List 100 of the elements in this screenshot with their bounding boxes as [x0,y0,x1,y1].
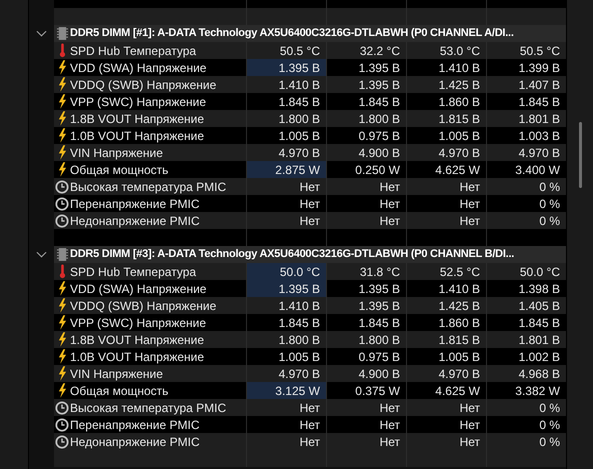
device-header[interactable]: DDR5 DIMM [#3]: A-DATA Technology AX5U6400C3216G-DTLABWH (P0 CHANNEL B/DI... [70,246,566,263]
sensor-label: 1.8B VOUT Напряжение [70,334,204,346]
value-cell: Нет [406,178,486,195]
value-cell: 1.860 B [406,93,486,110]
value-cell: 32.2 °C [326,42,406,59]
value-cell: 4.900 B [326,144,406,161]
value-cell: Нет [326,416,406,433]
value-cell: 1.405 B [486,297,566,314]
value-cell: Нет [246,416,326,433]
chip-icon [56,247,68,262]
value-cell: 2.875 W [246,161,326,178]
value-cell: Нет [406,416,486,433]
value-cell: 4.970 B [406,365,486,382]
clock-icon [55,180,69,194]
sensor-label: 1.0B VOUT Напряжение [70,350,204,362]
lightning-icon [58,128,66,143]
sensor-label: Перенапряжение PMIC [70,198,200,210]
sensor-label: 1.8B VOUT Напряжение [70,112,204,124]
thermometer-icon [58,43,66,58]
sensor-label: VIN Напряжение [70,368,163,380]
value-cell: 1.800 B [326,110,406,127]
clock-icon [55,418,69,432]
value-cell: 1.005 B [406,348,486,365]
value-cell: 50.5 °C [486,42,566,59]
chevron-icon[interactable] [36,28,47,39]
value-cell: 50.0 °C [246,263,326,280]
value-cell: Нет [246,195,326,212]
value-cell: 1.801 B [486,331,566,348]
value-cell: Нет [246,178,326,195]
value-cell: Нет [246,212,326,229]
sensor-label: 1.0B VOUT Напряжение [70,130,204,142]
value-cell: 1.395 B [246,280,326,297]
value-cell: Нет [246,433,326,450]
value-cell: Нет [406,433,486,450]
value-cell: 1.845 B [326,314,406,331]
value-cell: 1.002 B [486,348,566,365]
device-header[interactable]: DDR5 DIMM [#1]: A-DATA Technology AX5U6400C3216G-DTLABWH (P0 CHANNEL A/DI... [70,25,566,42]
value-cell: 3.382 W [486,382,566,399]
value-cell: Нет [406,212,486,229]
lightning-icon [58,383,66,398]
value-cell: 1.845 B [246,314,326,331]
value-cell: 31.8 °C [326,263,406,280]
lightning-icon [58,60,66,75]
chevron-icon[interactable] [36,249,47,260]
value-cell: 0 % [486,212,566,229]
value-cell: 0 % [486,433,566,450]
value-cell: Нет [406,195,486,212]
value-cell: 0.975 B [326,127,406,144]
sensor-label: Высокая температура PMIC [70,180,226,192]
value-cell: Нет [246,399,326,416]
value-cell: 0.250 W [326,161,406,178]
sensor-label: VDD (SWA) Напряжение [70,62,206,74]
lightning-icon [58,145,66,160]
value-cell: 53.0 °C [406,42,486,59]
value-cell: 0 % [486,399,566,416]
lightning-icon [58,94,66,109]
lightning-icon [58,281,66,296]
value-cell: 1.860 B [406,314,486,331]
thermometer-icon [58,264,66,279]
value-cell: 1.005 B [246,348,326,365]
chip-icon [56,26,68,41]
scrollbar-thumb[interactable] [579,122,582,188]
value-cell: 1.845 B [326,93,406,110]
value-cell: 1.407 B [486,76,566,93]
sensor-label: Недонапряжение PMIC [70,436,200,448]
value-cell: 1.005 B [246,127,326,144]
value-cell: 1.398 B [486,280,566,297]
value-cell: 1.410 B [246,76,326,93]
value-cell: 1.425 B [406,297,486,314]
value-cell: 50.0 °C [486,263,566,280]
lightning-icon [58,298,66,313]
value-cell: 1.801 B [486,110,566,127]
sensor-label: VPP (SWC) Напряжение [70,316,206,328]
lightning-icon [58,366,66,381]
lightning-icon [58,111,66,126]
clock-icon [55,196,69,210]
sensor-label: VDDQ (SWB) Напряжение [70,78,216,90]
sensor-label: VIN Напряжение [70,146,163,158]
value-cell: 0 % [486,416,566,433]
value-cell: 1.845 B [486,314,566,331]
sensor-label: VDD (SWA) Напряжение [70,282,206,294]
value-cell: 1.845 B [486,93,566,110]
sensor-label: Высокая температура PMIC [70,402,226,414]
value-cell: 1.800 B [246,331,326,348]
value-cell: 1.410 B [406,280,486,297]
value-cell: 1.800 B [246,110,326,127]
value-cell: Нет [326,433,406,450]
clock-icon [55,400,69,414]
value-cell: 50.5 °C [246,42,326,59]
sensor-label: SPD Hub Температура [70,44,196,56]
value-cell: 3.400 W [486,161,566,178]
sensor-label: Общая мощность [70,164,168,176]
value-cell: Нет [406,399,486,416]
value-cell: 1.815 B [406,110,486,127]
lightning-icon [58,162,66,177]
sensor-label: VPP (SWC) Напряжение [70,96,206,108]
value-cell: 4.968 B [486,365,566,382]
sensor-label: Общая мощность [70,384,168,396]
value-cell: 4.970 B [406,144,486,161]
value-cell: Нет [326,178,406,195]
